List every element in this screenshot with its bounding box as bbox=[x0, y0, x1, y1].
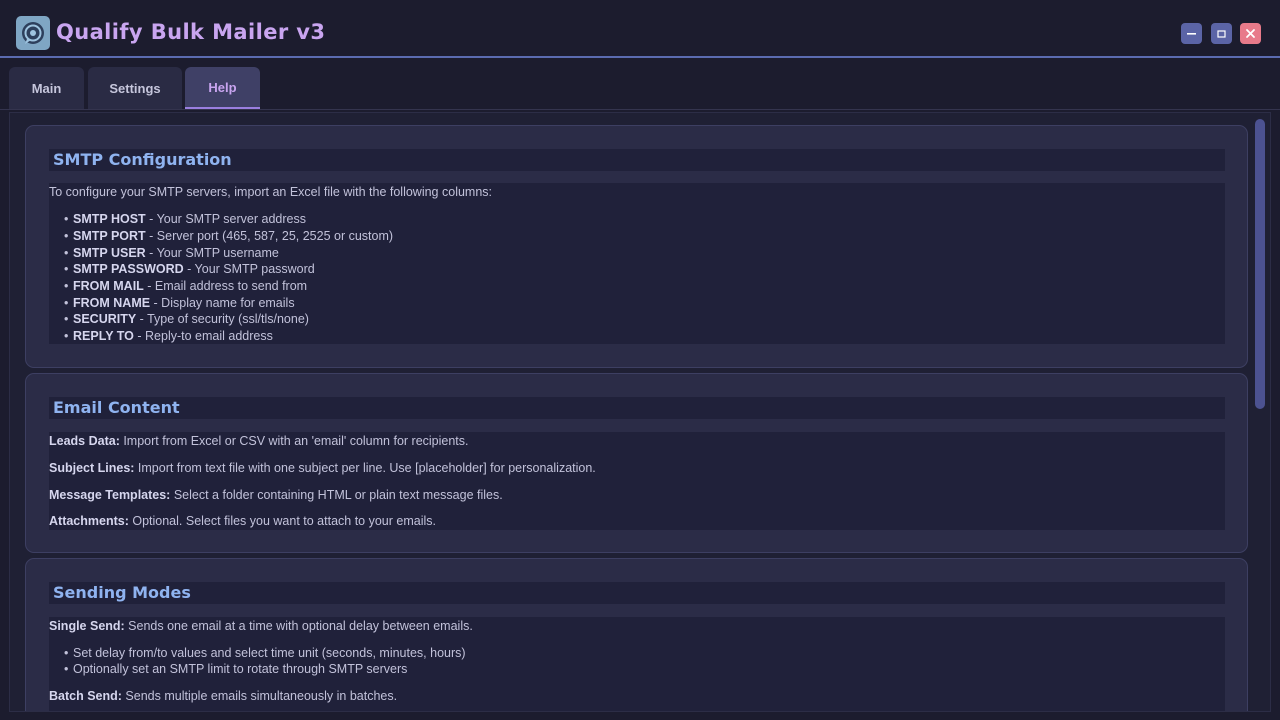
tab-help[interactable]: Help bbox=[185, 67, 260, 109]
list-item: REPLY TO - Reply-to email address bbox=[64, 329, 273, 343]
smtp-intro: To configure your SMTP servers, import a… bbox=[49, 185, 493, 199]
app-window: Qualify Bulk Mailer v3 Main Settings Hel… bbox=[0, 0, 1280, 720]
list-item: SMTP PORT - Server port (465, 587, 25, 2… bbox=[64, 229, 393, 243]
list-item: Attachments: Optional. Select files you … bbox=[49, 514, 436, 528]
tab-main[interactable]: Main bbox=[9, 67, 84, 109]
email-content-section-header: Email Content bbox=[49, 397, 1225, 419]
list-item: Message Templates: Select a folder conta… bbox=[49, 488, 503, 502]
app-title: Qualify Bulk Mailer v3 bbox=[56, 20, 326, 44]
maximize-button[interactable] bbox=[1211, 23, 1232, 44]
list-item: Set delay from/to values and select time… bbox=[64, 646, 466, 660]
minimize-button[interactable] bbox=[1181, 23, 1202, 44]
smtp-section-header: SMTP Configuration bbox=[49, 149, 1225, 171]
list-item: FROM NAME - Display name for emails bbox=[64, 296, 295, 310]
email-content-section: Email Content Leads Data: Import from Ex… bbox=[25, 373, 1248, 553]
single-send-description: Single Send: Sends one email at a time w… bbox=[49, 619, 473, 633]
tab-settings[interactable]: Settings bbox=[88, 67, 182, 109]
list-item: Leads Data: Import from Excel or CSV wit… bbox=[49, 434, 469, 448]
sending-modes-section-body: Single Send: Sends one email at a time w… bbox=[49, 617, 1225, 711]
minimize-icon bbox=[1187, 33, 1196, 35]
list-item: Subject Lines: Import from text file wit… bbox=[49, 461, 596, 475]
scrollbar-thumb[interactable] bbox=[1255, 119, 1265, 409]
sending-modes-section-header: Sending Modes bbox=[49, 582, 1225, 604]
list-item: SMTP HOST - Your SMTP server address bbox=[64, 212, 306, 226]
chat-bubble-icon bbox=[16, 16, 50, 50]
smtp-section: SMTP Configuration To configure your SMT… bbox=[25, 125, 1248, 368]
smtp-section-body: To configure your SMTP servers, import a… bbox=[49, 183, 1225, 344]
tab-bar: Main Settings Help bbox=[0, 66, 1280, 110]
sending-modes-section: Sending Modes Single Send: Sends one ema… bbox=[25, 558, 1248, 711]
list-item: SMTP USER - Your SMTP username bbox=[64, 246, 279, 260]
maximize-icon bbox=[1217, 30, 1226, 38]
list-item: SECURITY - Type of security (ssl/tls/non… bbox=[64, 312, 309, 326]
smtp-section-title: SMTP Configuration bbox=[53, 150, 232, 169]
close-icon bbox=[1246, 29, 1255, 38]
email-content-section-title: Email Content bbox=[53, 398, 180, 417]
title-bar[interactable]: Qualify Bulk Mailer v3 bbox=[0, 0, 1280, 58]
list-item: FROM MAIL - Email address to send from bbox=[64, 279, 307, 293]
vertical-scrollbar[interactable] bbox=[1255, 119, 1265, 709]
help-content[interactable]: SMTP Configuration To configure your SMT… bbox=[9, 112, 1271, 712]
sending-modes-section-title: Sending Modes bbox=[53, 583, 191, 602]
list-item: Optionally set an SMTP limit to rotate t… bbox=[64, 662, 407, 676]
list-item: SMTP PASSWORD - Your SMTP password bbox=[64, 262, 315, 276]
email-content-section-body: Leads Data: Import from Excel or CSV wit… bbox=[49, 432, 1225, 530]
batch-send-description: Batch Send: Sends multiple emails simult… bbox=[49, 689, 398, 703]
close-button[interactable] bbox=[1240, 23, 1261, 44]
